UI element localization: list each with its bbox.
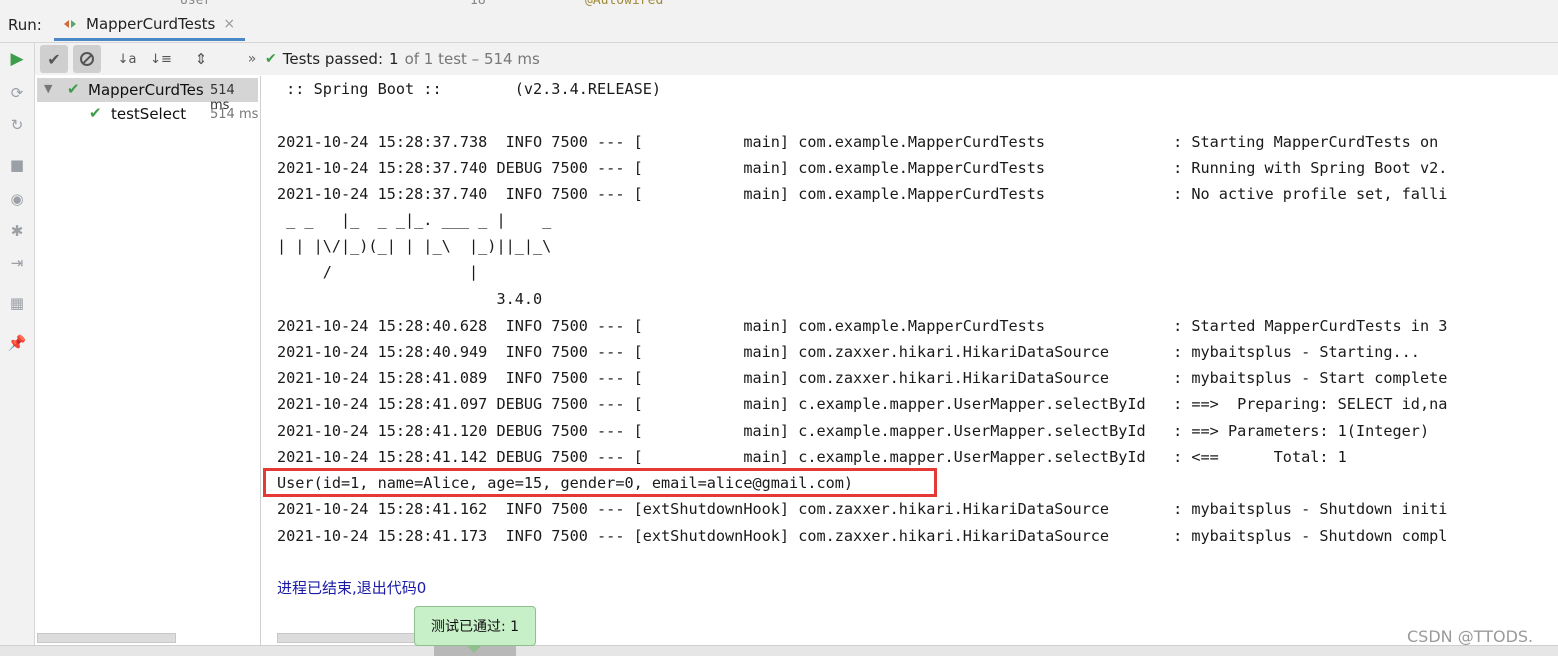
console-line: 2021-10-24 15:28:37.740 DEBUG 7500 --- [… xyxy=(277,159,1448,177)
console-line: 2021-10-24 15:28:40.949 INFO 7500 --- [ … xyxy=(277,343,1420,361)
status-detail: of 1 test – 514 ms xyxy=(404,50,540,68)
ignored-icon xyxy=(80,52,94,66)
status-count: 1 xyxy=(389,50,399,68)
test-config-icon xyxy=(64,17,78,31)
console-banner-line: 3.4.0 xyxy=(277,290,543,308)
test-toolbar: ✔ ↓a ↓≡ ⇕ » ✔ Tests passed: 1 of 1 test … xyxy=(35,43,1558,75)
run-panel-header: Run: MapperCurdTests × xyxy=(0,8,1558,43)
show-passed-button[interactable]: ✔ xyxy=(40,45,68,73)
run-side-toolbar: ▶ ⟳ ↻ ■ ◉ ✱ ⇥ ▦ 📌 xyxy=(0,43,35,655)
console-line: 2021-10-24 15:28:41.173 INFO 7500 --- [e… xyxy=(277,527,1448,545)
layout-icon[interactable]: ▦ xyxy=(7,293,27,313)
tree-node-testselect[interactable]: testSelect xyxy=(111,105,186,123)
console-banner-line: _ _ |_ _ _|_. ___ _ | _ xyxy=(277,211,552,229)
checkmark-icon: ✔ xyxy=(265,51,277,67)
rerun-icon[interactable]: ▶ xyxy=(7,49,27,69)
console-line: 2021-10-24 15:28:40.628 INFO 7500 --- [ … xyxy=(277,317,1448,335)
status-main-text: Tests passed: xyxy=(282,50,384,68)
console-line: 2021-10-24 15:28:37.738 INFO 7500 --- [ … xyxy=(277,133,1448,151)
tree-node-duration: 514 ms xyxy=(210,107,259,122)
editor-tab-remnant: User xyxy=(180,0,212,8)
toggle-auto-test-icon[interactable]: ↻ xyxy=(7,115,27,135)
camera-icon[interactable]: ◉ xyxy=(7,189,27,209)
bottom-tool-strip xyxy=(0,645,1558,656)
rerun-failed-icon[interactable]: ⟳ xyxy=(7,83,27,103)
editor-remnant-strip: User 18 @Autowired xyxy=(0,0,1558,8)
run-tab-mappercurdtests[interactable]: MapperCurdTests × xyxy=(54,10,246,41)
console-line: 2021-10-24 15:28:37.740 INFO 7500 --- [ … xyxy=(277,185,1448,203)
console-line: 2021-10-24 15:28:41.142 DEBUG 7500 --- [… xyxy=(277,448,1347,466)
console-line: 2021-10-24 15:28:41.097 DEBUG 7500 --- [… xyxy=(277,395,1448,413)
tests-passed-balloon: 测试已通过: 1 xyxy=(414,606,536,646)
console-banner-line: | | |\/|_)(_| | |_\ |_)||_|_\ xyxy=(277,237,552,255)
settings-icon[interactable]: ✱ xyxy=(7,221,27,241)
editor-line-number-remnant: 18 xyxy=(470,0,486,8)
console-line: 2021-10-24 15:28:41.162 INFO 7500 --- [e… xyxy=(277,500,1448,518)
passed-icon: ✔ xyxy=(67,80,80,98)
run-label: Run: xyxy=(8,16,42,34)
tree-scrollbar[interactable] xyxy=(37,633,176,643)
console-line: :: Spring Boot :: (v2.3.4.RELEASE) xyxy=(277,80,662,98)
console-line: 2021-10-24 15:28:41.089 INFO 7500 --- [ … xyxy=(277,369,1448,387)
watermark: CSDN @TTODS. xyxy=(1407,627,1534,646)
console-output[interactable]: :: Spring Boot :: (v2.3.4.RELEASE) 2021-… xyxy=(261,76,1558,655)
collapse-all-icon[interactable]: ⇕ xyxy=(187,45,215,73)
more-actions-icon[interactable]: » xyxy=(238,45,266,73)
balloon-tail xyxy=(466,645,482,653)
test-tree: ▼ ✔ MapperCurdTes 514 ms ✔ testSelect 51… xyxy=(35,76,261,655)
pin-icon[interactable]: 📌 xyxy=(7,333,27,353)
show-ignored-button[interactable] xyxy=(73,45,101,73)
run-tab-label: MapperCurdTests xyxy=(86,15,216,33)
import-tests-icon[interactable]: ⇥ xyxy=(7,253,27,273)
console-line: 2021-10-24 15:28:41.120 DEBUG 7500 --- [… xyxy=(277,422,1430,440)
expand-arrow-icon[interactable]: ▼ xyxy=(44,82,52,95)
close-icon[interactable]: × xyxy=(223,16,235,32)
sort-by-duration-icon[interactable]: ↓≡ xyxy=(147,45,175,73)
console-scrollbar[interactable] xyxy=(277,633,417,643)
console-exit-message: 进程已结束,退出代码0 xyxy=(277,579,427,597)
tree-node-mappercurdtests[interactable]: ▼ ✔ MapperCurdTes 514 ms xyxy=(37,78,258,113)
passed-icon: ✔ xyxy=(89,104,102,122)
editor-code-remnant: @Autowired xyxy=(585,0,664,8)
tests-status: ✔ Tests passed: 1 of 1 test – 514 ms xyxy=(265,50,540,68)
tree-node-label: MapperCurdTes xyxy=(88,81,204,99)
highlight-annotation-box xyxy=(263,468,937,497)
console-banner-line: / | xyxy=(277,263,479,281)
stop-icon[interactable]: ■ xyxy=(7,155,27,175)
sort-alphabetically-icon[interactable]: ↓a xyxy=(113,45,141,73)
